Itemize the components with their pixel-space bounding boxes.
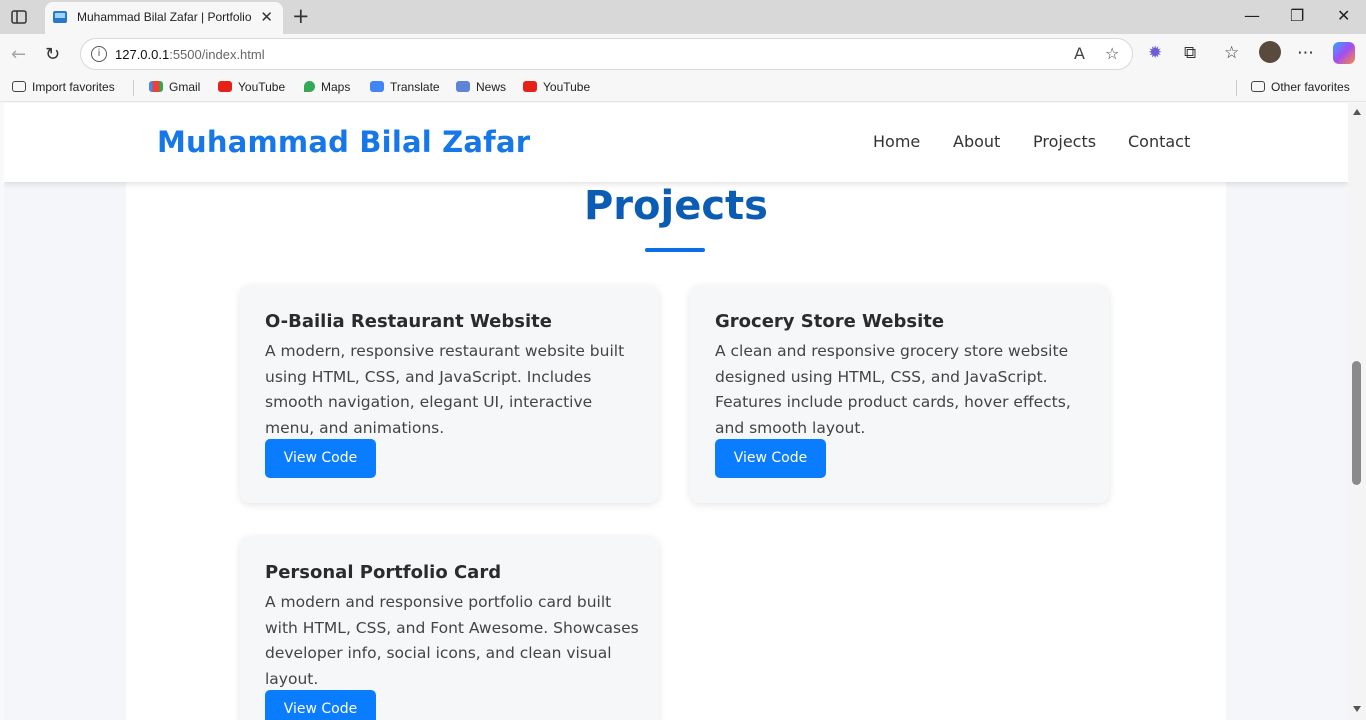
project-title: Personal Portfolio Card (265, 562, 502, 583)
extensions-puzzle-icon[interactable]: ⧉ (1184, 43, 1196, 63)
project-description: A clean and responsive grocery store web… (715, 342, 1071, 437)
more-menu-icon[interactable]: ⋯ (1297, 43, 1314, 63)
favorite-star-icon[interactable]: ☆ (1105, 44, 1119, 63)
reload-icon[interactable]: ↻ (45, 44, 60, 65)
translate-icon (370, 81, 384, 92)
youtube-icon (523, 81, 537, 92)
youtube-icon (218, 81, 232, 92)
project-card: Grocery Store Website A clean and respon… (690, 285, 1109, 503)
nav-projects[interactable]: Projects (1033, 132, 1096, 151)
tab-strip: Muhammad Bilal Zafar | Portfolio ✕ + — ❐… (0, 0, 1366, 34)
new-tab-icon[interactable]: + (292, 4, 310, 28)
favorites-divider (133, 80, 134, 96)
favorites-icon[interactable]: ☆ (1224, 43, 1239, 63)
favorites-divider (1236, 80, 1237, 96)
import-icon (12, 81, 26, 92)
nav-about[interactable]: About (953, 132, 1000, 151)
project-card: Personal Portfolio Card A modern and res… (240, 536, 659, 720)
restore-icon[interactable]: ❐ (1290, 6, 1304, 25)
scroll-thumb[interactable] (1352, 361, 1361, 485)
url-text[interactable]: 127.0.0.1:5500/index.html (115, 47, 265, 62)
close-window-icon[interactable]: ✕ (1337, 6, 1350, 25)
view-code-button[interactable]: View Code (715, 439, 826, 478)
copilot-icon[interactable] (1333, 42, 1355, 64)
project-description: A modern and responsive portfolio card b… (265, 593, 639, 688)
favorite-import[interactable]: Import favorites (12, 80, 115, 94)
project-card: O-Bailia Restaurant Website A modern, re… (240, 285, 659, 503)
site-header: Muhammad Bilal Zafar Home About Projects… (4, 103, 1348, 182)
folder-icon (1251, 81, 1265, 92)
maps-icon (304, 81, 315, 92)
minimize-icon[interactable]: — (1244, 6, 1260, 25)
favorite-translate[interactable]: Translate (370, 80, 440, 94)
extension-icon[interactable]: ✹ (1148, 43, 1162, 63)
favorite-news[interactable]: News (456, 80, 506, 94)
project-description: A modern, responsive restaurant website … (265, 342, 625, 437)
browser-toolbar: ← ↻ i 127.0.0.1:5500/index.html A ☆ ✹ ⧉ … (0, 34, 1366, 74)
back-icon[interactable]: ← (11, 44, 26, 65)
read-aloud-icon[interactable]: A (1074, 44, 1085, 63)
other-favorites[interactable]: Other favorites (1251, 80, 1350, 94)
favorite-maps[interactable]: Maps (304, 80, 350, 94)
project-title: Grocery Store Website (715, 311, 945, 332)
nav-home[interactable]: Home (873, 132, 920, 151)
view-code-button[interactable]: View Code (265, 690, 376, 720)
project-title: O-Bailia Restaurant Website (265, 311, 552, 332)
view-code-button[interactable]: View Code (265, 439, 376, 478)
favorites-bar: Import favorites Gmail YouTube Maps Tran… (0, 74, 1366, 102)
title-underline (645, 248, 705, 252)
section-title: Projects (583, 183, 768, 229)
tab-actions-icon[interactable] (10, 8, 28, 26)
page-viewport: Muhammad Bilal Zafar Home About Projects… (4, 103, 1348, 720)
site-info-icon[interactable]: i (91, 46, 107, 62)
news-icon (456, 81, 470, 92)
favorite-youtube[interactable]: YouTube (218, 80, 285, 94)
profile-avatar[interactable] (1259, 41, 1281, 63)
site-favicon-icon (53, 11, 67, 23)
gmail-icon (149, 81, 163, 92)
scroll-down-arrow-icon[interactable] (1353, 706, 1361, 712)
site-logo[interactable]: Muhammad Bilal Zafar (157, 125, 530, 159)
close-tab-icon[interactable]: ✕ (260, 8, 273, 26)
active-tab[interactable]: Muhammad Bilal Zafar | Portfolio ✕ (45, 2, 283, 34)
favorite-youtube-2[interactable]: YouTube (523, 80, 590, 94)
vertical-scrollbar[interactable] (1348, 103, 1366, 720)
nav-contact[interactable]: Contact (1128, 132, 1190, 151)
scroll-up-arrow-icon[interactable] (1353, 109, 1361, 115)
tab-title: Muhammad Bilal Zafar | Portfolio (77, 10, 252, 24)
address-bar[interactable]: i 127.0.0.1:5500/index.html A ☆ (80, 38, 1133, 70)
favorite-gmail[interactable]: Gmail (149, 80, 200, 94)
